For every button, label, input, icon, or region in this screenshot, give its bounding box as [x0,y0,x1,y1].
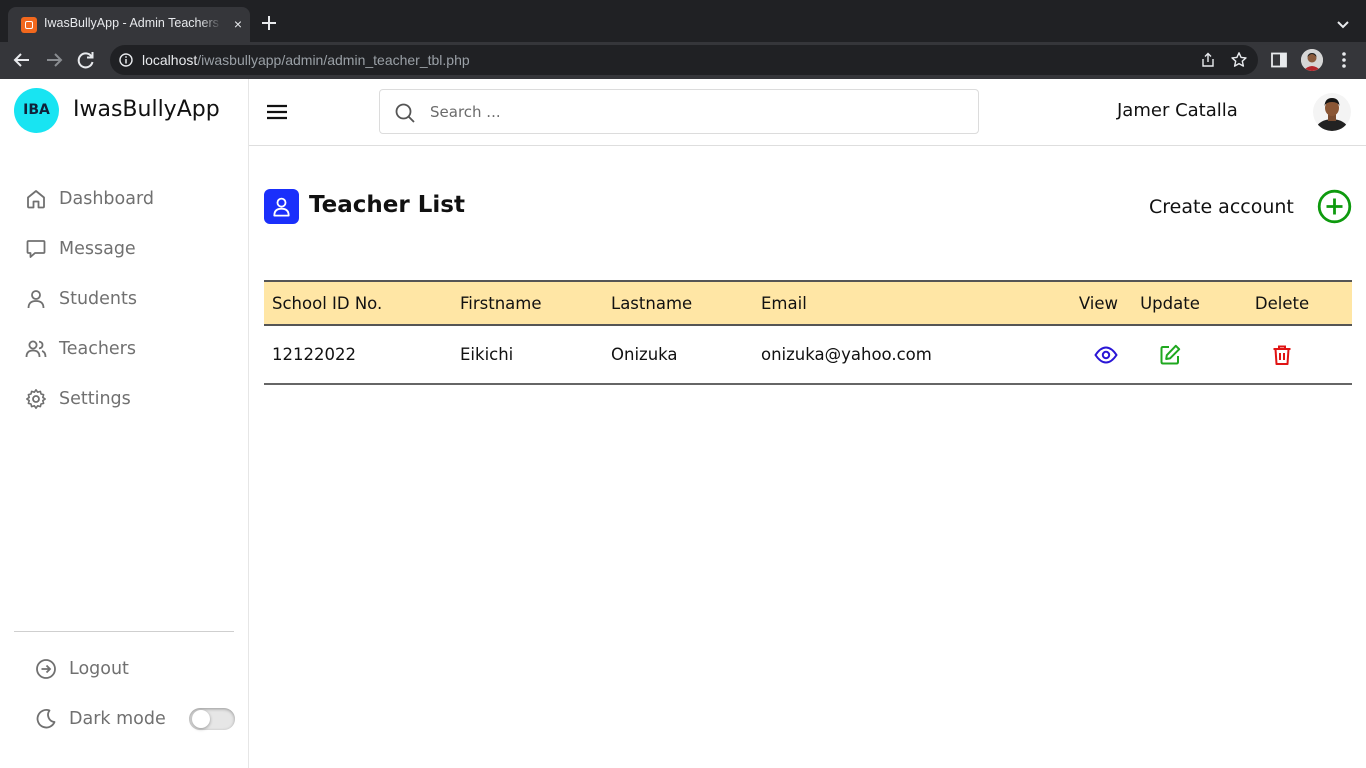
toggle-knob [192,710,210,728]
create-account-label[interactable]: Create account [1149,196,1294,218]
hamburger-menu-icon[interactable] [265,101,289,123]
search-box[interactable] [379,89,979,134]
page-title: Teacher List [309,192,465,218]
cell-delete [1212,325,1352,384]
new-tab-plus-icon[interactable] [258,12,280,34]
sidebar-item-dashboard[interactable]: Dashboard [24,184,234,214]
table-header-row: School ID No. Firstname Lastname Email V… [264,281,1352,325]
user-avatar[interactable] [1313,93,1351,131]
url-text: localhost/iwasbullyapp/admin/admin_teach… [142,52,470,68]
sidebar-item-label: Message [59,239,136,259]
browser-toolbar: localhost/iwasbullyapp/admin/admin_teach… [0,42,1366,79]
logout-button[interactable]: Logout [34,654,244,684]
dark-mode-toggle[interactable] [189,708,235,730]
url-path: /iwasbullyapp/admin/admin_teacher_tbl.ph… [197,52,470,68]
message-icon [26,240,46,258]
tab-close-icon[interactable]: × [230,16,246,32]
user-icon [27,290,45,309]
address-bar[interactable]: localhost/iwasbullyapp/admin/admin_teach… [110,45,1258,75]
dark-mode-label: Dark mode [69,709,166,729]
xampp-favicon-icon [21,17,37,33]
column-header-view: View [1078,293,1118,313]
sidebar-divider [14,631,234,632]
browser-profile-avatar[interactable] [1301,49,1323,71]
gear-icon [26,389,46,409]
tab-search-chevron-icon[interactable] [1332,14,1354,34]
top-header: Jamer Catalla [249,79,1366,146]
cell-email: onizuka@yahoo.com [761,345,932,364]
cell-view [1023,325,1128,384]
cell-firstname: Eikichi [460,345,514,364]
tab-title: IwasBullyApp - Admin Teachers [44,16,222,34]
user-icon [273,197,290,217]
column-header-school-id: School ID No. [272,293,383,313]
sidebar-item-students[interactable]: Students [24,284,234,314]
sidebar: IBA IwasBullyApp Dashboard Message Stude… [0,79,249,768]
forward-arrow-icon[interactable] [42,49,66,71]
trash-icon[interactable] [1270,343,1294,367]
column-header-update: Update [1140,293,1200,313]
reload-icon[interactable] [74,49,98,71]
sidebar-item-label: Settings [59,389,131,409]
logout-icon [36,659,56,679]
sidebar-item-message[interactable]: Message [24,234,234,264]
users-icon [25,340,47,358]
teacher-table: School ID No. Firstname Lastname Email V… [264,280,1352,385]
cell-school-id: 12122022 [272,345,356,364]
table-row: 12122022 Eikichi Onizuka onizuka@yahoo.c… [264,325,1352,384]
browser-menu-icon[interactable] [1336,50,1352,70]
site-info-icon[interactable] [119,53,133,67]
logout-label: Logout [69,659,129,679]
column-header-firstname: Firstname [460,293,542,313]
create-account-plus-icon[interactable] [1317,189,1352,224]
edit-icon[interactable] [1158,343,1182,367]
column-header-email: Email [761,293,807,313]
url-host: localhost [142,52,198,68]
app-brand-name[interactable]: IwasBullyApp [73,97,220,122]
main-content: Teacher List Create account School ID No… [249,147,1366,768]
browser-tab-strip: IwasBullyApp - Admin Teachers × [0,0,1366,42]
browser-tab[interactable]: IwasBullyApp - Admin Teachers × [8,7,250,42]
user-name[interactable]: Jamer Catalla [1117,100,1238,121]
view-eye-icon[interactable] [1094,343,1118,367]
search-icon [395,103,415,123]
sidebar-item-label: Teachers [59,339,136,359]
sidebar-item-label: Students [59,289,138,309]
search-input[interactable] [430,100,960,124]
side-panel-icon[interactable] [1270,51,1288,69]
moon-icon [36,709,56,729]
share-icon[interactable] [1200,52,1216,68]
column-header-lastname: Lastname [611,293,693,313]
bookmark-star-icon[interactable] [1230,51,1248,69]
sidebar-item-label: Dashboard [59,189,154,209]
cell-update [1128,325,1212,384]
app-logo[interactable]: IBA [14,88,59,133]
cell-lastname: Onizuka [611,345,678,364]
sidebar-item-teachers[interactable]: Teachers [24,334,234,364]
page-title-icon [264,189,299,224]
sidebar-item-settings[interactable]: Settings [24,384,234,414]
column-header-delete: Delete [1254,293,1310,313]
home-icon [27,190,45,209]
back-arrow-icon[interactable] [10,49,34,71]
